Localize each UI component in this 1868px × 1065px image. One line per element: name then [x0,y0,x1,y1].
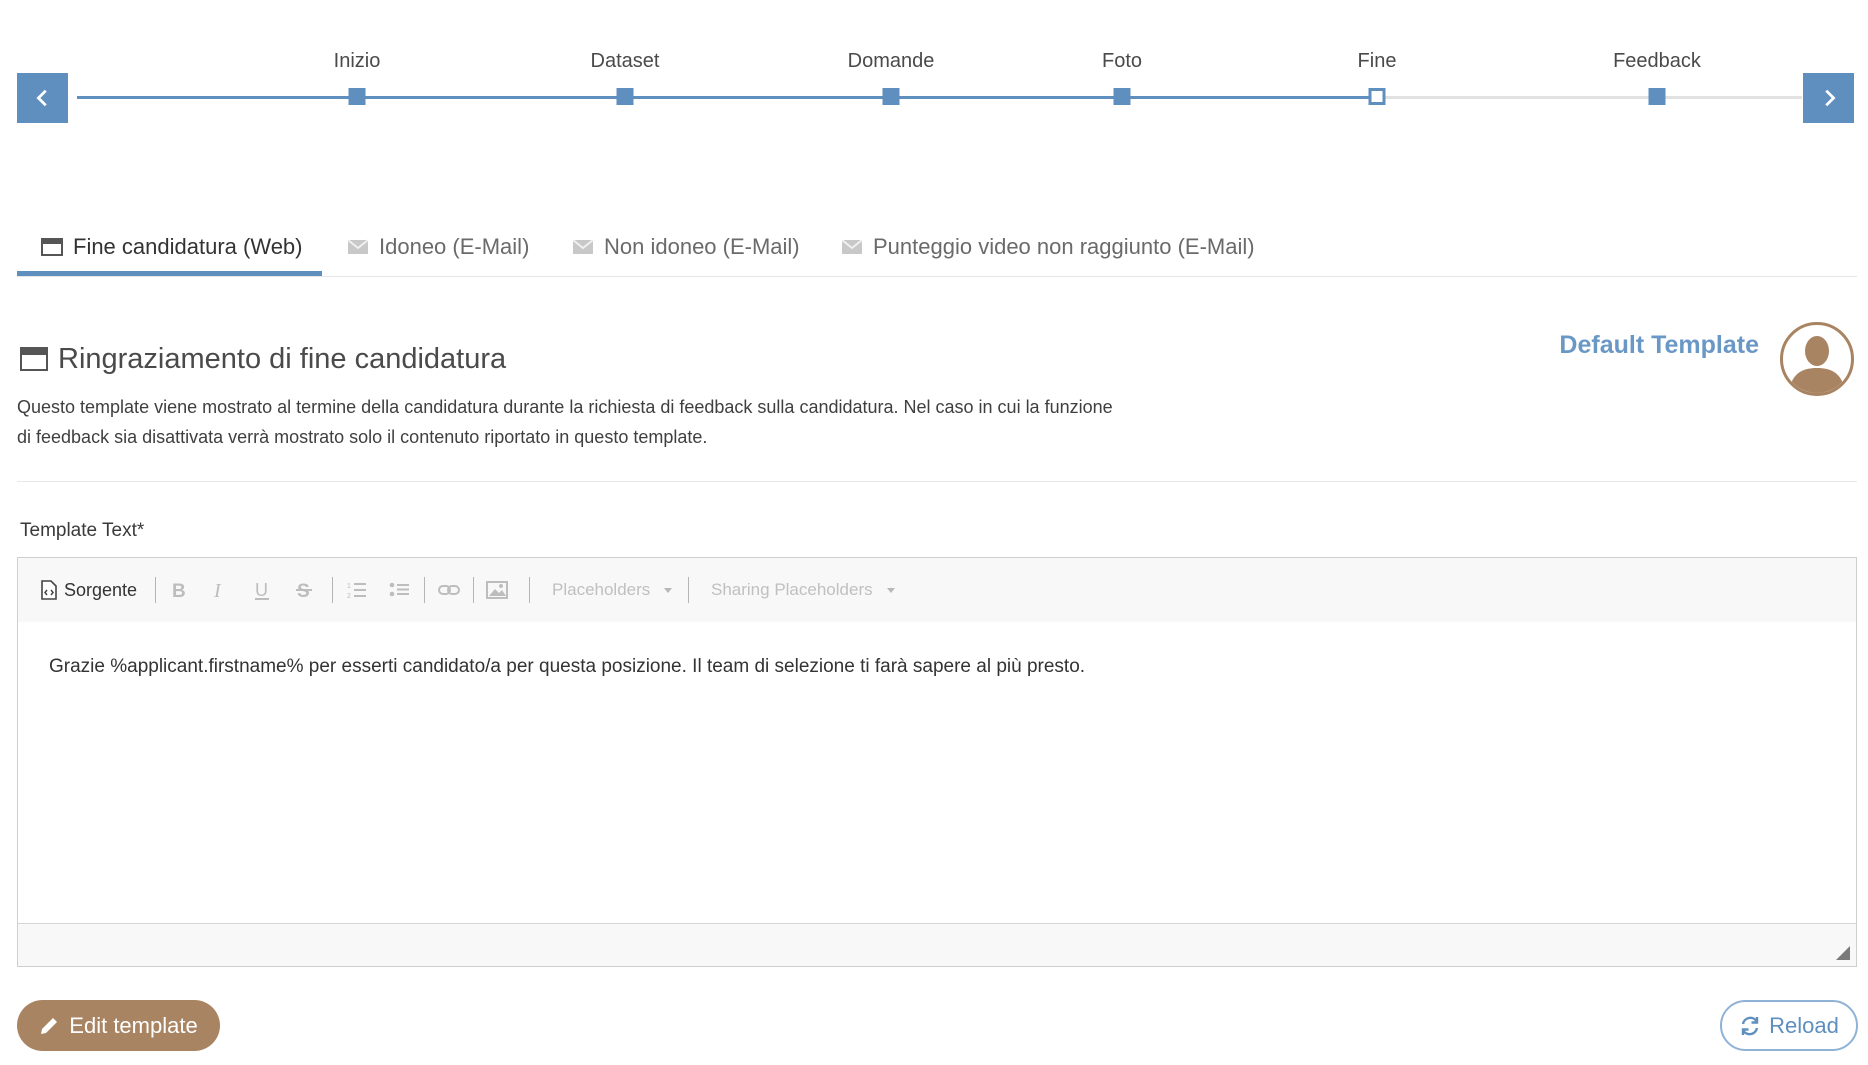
tab-non-idoneo-email[interactable]: Non idoneo (E-Mail) [572,218,800,276]
edit-template-label: Edit template [69,1012,198,1038]
section-title: Ringraziamento di fine candidatura [58,343,507,375]
step-label-inizio: Inizio [333,50,381,72]
sharing-placeholders-dropdown[interactable]: Sharing Placeholders [711,558,895,622]
toolbar-separator [529,577,530,603]
tab-idoneo-email[interactable]: Idoneo (E-Mail) [347,218,529,276]
tab-label: Fine candidatura (Web) [73,234,303,259]
editor-statusbar [18,923,1856,966]
pencil-icon [39,1016,59,1036]
toolbar-separator [155,577,156,603]
step-label-foto: Foto [1101,50,1143,72]
tab-label: Idoneo (E-Mail) [379,234,530,259]
step-label-dataset: Dataset [590,50,660,72]
toolbar-separator [332,577,333,603]
bulleted-list-button[interactable] [389,558,409,622]
active-tab-indicator [17,271,322,276]
toolbar-separator [424,577,425,603]
step-marker-domande[interactable] [882,88,900,105]
italic-button[interactable]: I [211,558,229,622]
editor-toolbar: Sorgente B I U S 1 2 Placeholders Sharin… [18,558,1856,623]
source-button[interactable]: Sorgente [41,558,137,622]
bulleted-list-icon [389,582,409,597]
underline-icon: U [255,580,269,600]
svg-text:U: U [255,580,268,600]
chevron-left-icon [35,89,47,107]
stepper-track-done [77,96,1382,99]
svg-text:2: 2 [347,593,351,600]
user-silhouette-icon [1789,336,1845,393]
step-label-fine: Fine [1357,50,1397,72]
tab-punteggio-video-email[interactable]: Punteggio video non raggiunto (E-Mail) [841,218,1255,276]
tab-label: Punteggio video non raggiunto (E-Mail) [873,234,1255,259]
step-label-feedback: Feedback [1613,50,1701,72]
reload-button[interactable]: Reload [1720,1000,1858,1051]
step-marker-foto[interactable] [1113,88,1131,105]
caret-down-icon [664,587,673,593]
rich-text-editor: Sorgente B I U S 1 2 Placeholders Sharin… [17,557,1857,967]
placeholders-dropdown[interactable]: Placeholders [552,558,673,622]
toolbar-separator [473,577,474,603]
tab-fine-candidatura-web[interactable]: Fine candidatura (Web) [41,218,303,276]
tab-label: Non idoneo (E-Mail) [604,234,800,259]
envelope-icon [572,239,594,255]
reload-label: Reload [1769,1012,1839,1038]
numbered-list-button[interactable]: 1 2 [347,558,367,622]
image-icon [486,581,508,599]
step-marker-dataset[interactable] [616,88,634,105]
step-marker-inizio[interactable] [348,88,366,105]
editor-content-text[interactable]: Grazie %applicant.firstname% per esserti… [49,656,1085,678]
link-button[interactable] [438,558,460,622]
section-divider [17,481,1857,482]
svg-text:I: I [213,580,222,600]
sharing-placeholders-label: Sharing Placeholders [711,580,873,599]
avatar[interactable] [1780,322,1854,396]
image-button[interactable] [486,558,508,622]
stepper-track-todo [1382,96,1802,99]
envelope-icon [841,239,863,255]
italic-icon: I [213,580,222,600]
source-label: Sorgente [64,579,138,600]
underline-button[interactable]: U [253,558,271,622]
resize-handle-icon[interactable] [1836,946,1850,960]
stepper-next-button[interactable] [1803,73,1854,123]
browser-window-icon [20,347,48,376]
step-label-domande: Domande [847,50,935,72]
placeholders-label: Placeholders [552,580,651,599]
template-tabs: Fine candidatura (Web) Idoneo (E-Mail) N… [17,218,1857,277]
edit-template-button[interactable]: Edit template [17,1000,220,1051]
strikethrough-icon: S [296,581,312,600]
step-marker-feedback[interactable] [1648,88,1666,105]
editor-content-area[interactable]: Grazie %applicant.firstname% per esserti… [18,622,1856,924]
browser-window-icon [41,238,63,256]
template-text-label: Template Text* [20,520,145,541]
strikethrough-button[interactable]: S [295,558,313,622]
bold-icon: B [172,581,186,600]
caret-down-icon [886,587,895,593]
default-template-link[interactable]: Default Template [1559,331,1759,360]
source-document-icon [41,580,57,600]
chevron-right-icon [1824,89,1836,107]
svg-text:B: B [172,581,186,600]
refresh-icon [1739,1015,1761,1037]
link-icon [438,585,460,595]
numbered-list-icon: 1 2 [347,583,366,600]
bold-button[interactable]: B [170,558,188,622]
step-marker-fine[interactable] [1368,88,1386,105]
stepper-prev-button[interactable] [17,73,68,123]
envelope-icon [347,239,369,255]
svg-text:1: 1 [347,583,351,590]
section-description: Questo template viene mostrato al termin… [17,397,1113,447]
toolbar-separator [688,577,689,603]
